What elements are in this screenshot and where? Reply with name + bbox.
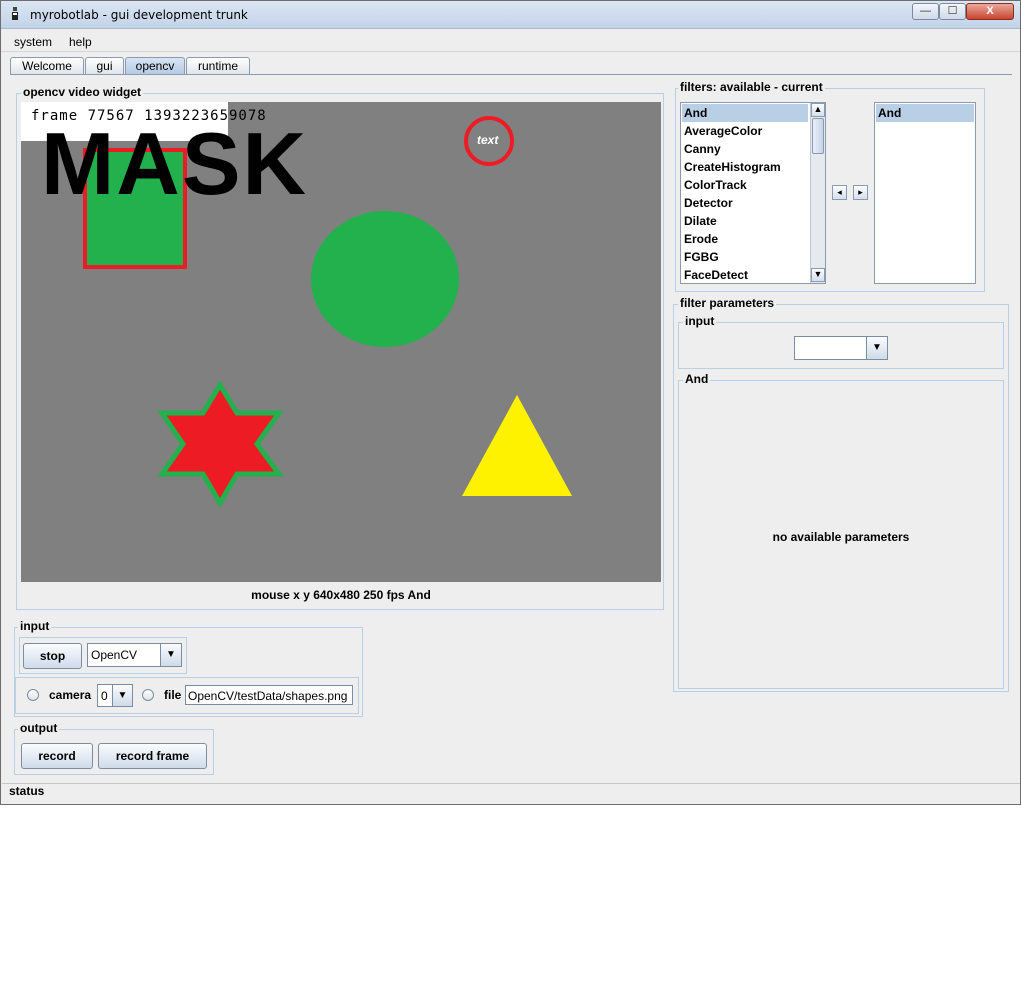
green-circle	[311, 211, 459, 347]
parameters-input-select[interactable]: ▼	[794, 336, 888, 360]
file-radio[interactable]	[142, 689, 154, 701]
red-star	[157, 380, 284, 508]
output-group-title: output	[18, 721, 60, 735]
menu-help[interactable]: help	[69, 35, 92, 49]
scroll-up-icon[interactable]: ▲	[811, 103, 825, 117]
available-filters-list[interactable]: And AverageColor Canny CreateHistogram C…	[680, 102, 826, 284]
camera-label: camera	[49, 688, 92, 702]
list-scrollbar[interactable]: ▲ ▼	[810, 103, 825, 283]
title-bar: myrobotlab - gui development trunk — ☐ X	[1, 1, 1020, 29]
filters-group-title: filters: available - current	[678, 80, 825, 94]
filter-parameters-title: filter parameters	[678, 296, 777, 310]
close-button[interactable]: X	[966, 3, 1014, 20]
list-item[interactable]: FGBG	[682, 248, 808, 266]
status-label: status	[9, 784, 45, 798]
list-item[interactable]: ColorTrack	[682, 176, 808, 194]
list-item[interactable]: Dilate	[682, 212, 808, 230]
list-item[interactable]: AverageColor	[682, 122, 808, 140]
application-window: myrobotlab - gui development trunk — ☐ X…	[0, 0, 1021, 805]
list-item[interactable]: CreateHistogram	[682, 158, 808, 176]
list-item[interactable]: Detector	[682, 194, 808, 212]
list-item[interactable]: Canny	[682, 140, 808, 158]
record-button[interactable]: record	[21, 743, 93, 769]
grabber-select[interactable]: OpenCV ▼	[87, 643, 182, 667]
add-filter-arrow-icon[interactable]: ◂	[832, 185, 847, 200]
file-path-value: OpenCV/testData/shapes.png	[188, 689, 348, 703]
no-parameters-message: no available parameters	[772, 530, 910, 544]
list-item[interactable]: And	[876, 104, 974, 122]
tab-welcome[interactable]: Welcome	[10, 57, 84, 75]
tab-divider	[10, 74, 1012, 75]
scroll-thumb[interactable]	[812, 118, 824, 154]
filter-settings-title: And	[683, 372, 711, 386]
tab-gui[interactable]: gui	[85, 57, 124, 75]
camera-radio[interactable]	[27, 689, 39, 701]
current-filters-list[interactable]: And	[874, 102, 976, 284]
minimize-button[interactable]: —	[912, 3, 939, 20]
tab-runtime[interactable]: runtime	[186, 57, 250, 75]
video-widget-title: opencv video widget	[21, 85, 144, 99]
circle-label: text	[477, 133, 499, 147]
input-group-title: input	[18, 619, 52, 633]
list-item[interactable]: Erode	[682, 230, 808, 248]
chevron-down-icon[interactable]: ▼	[160, 644, 181, 666]
status-bar: status	[2, 783, 1020, 804]
yellow-triangle	[462, 395, 572, 496]
window-title: myrobotlab - gui development trunk	[30, 8, 248, 22]
camera-index-select[interactable]: 0 ▼	[97, 684, 133, 707]
grabber-select-value: OpenCV	[91, 648, 138, 662]
stop-button[interactable]: stop	[23, 643, 82, 669]
chevron-down-icon[interactable]: ▼	[112, 685, 132, 706]
scroll-down-icon[interactable]: ▼	[811, 268, 825, 282]
menu-bar: system help	[1, 30, 1020, 52]
tab-opencv[interactable]: opencv	[125, 57, 185, 75]
mask-overlay-text: MASK	[41, 114, 309, 213]
list-item[interactable]: FaceDetect	[682, 266, 808, 283]
list-item[interactable]: And	[682, 104, 808, 122]
parameters-input-title: input	[683, 314, 717, 328]
video-display[interactable]: text frame 77567 1393223659078 MASK	[21, 102, 661, 582]
record-frame-button[interactable]: record frame	[98, 743, 207, 769]
file-label: file	[164, 688, 182, 702]
maximize-button[interactable]: ☐	[939, 3, 966, 20]
app-icon	[11, 7, 19, 21]
remove-filter-arrow-icon[interactable]: ▸	[853, 185, 868, 200]
menu-system[interactable]: system	[14, 35, 52, 49]
video-status: mouse x y 640x480 250 fps And	[251, 588, 431, 602]
camera-index-value: 0	[101, 689, 108, 703]
file-path-input[interactable]: OpenCV/testData/shapes.png	[185, 685, 353, 705]
chevron-down-icon[interactable]: ▼	[866, 337, 887, 359]
